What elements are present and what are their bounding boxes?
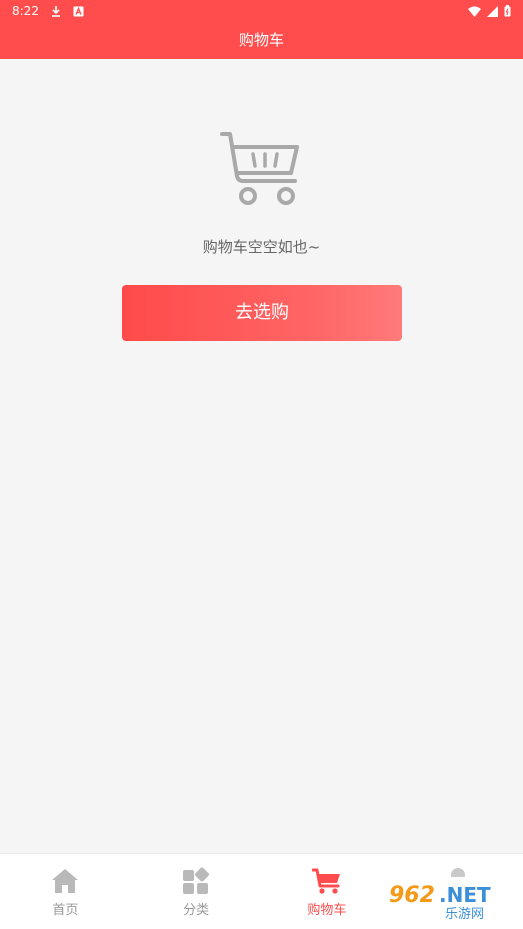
- tab-cart[interactable]: 购物车: [262, 854, 393, 929]
- a-icon: [73, 6, 84, 17]
- page-title: 购物车: [238, 31, 284, 49]
- svg-text:乐游网: 乐游网: [445, 907, 484, 920]
- empty-cart-state: 购物车空空如也~ 去选购: [0, 59, 523, 853]
- cart-icon: [311, 866, 342, 896]
- go-shopping-button[interactable]: 去选购: [122, 285, 402, 341]
- download-icon: [51, 5, 61, 17]
- cart-illustration-icon: [220, 129, 302, 211]
- status-time: 8:22: [12, 4, 39, 18]
- empty-cart-message: 购物车空空如也~: [202, 238, 321, 256]
- signal-icon: [487, 5, 498, 17]
- header-bar: 8:22 购物车: [0, 0, 523, 59]
- tab-home-label: 首页: [52, 903, 79, 918]
- watermark-logo: 962 .NET 乐游网: [384, 877, 514, 923]
- wifi-icon: [468, 6, 481, 17]
- tab-category-label: 分类: [183, 903, 210, 918]
- grid-icon: [181, 866, 211, 896]
- svg-text:.NET: .NET: [439, 883, 491, 907]
- status-bar: 8:22: [0, 0, 523, 22]
- svg-text:962: 962: [389, 883, 435, 908]
- battery-icon: [504, 5, 511, 17]
- tab-home[interactable]: 首页: [0, 854, 131, 929]
- home-icon: [50, 866, 80, 896]
- tab-category[interactable]: 分类: [131, 854, 262, 929]
- tab-cart-label: 购物车: [307, 903, 347, 918]
